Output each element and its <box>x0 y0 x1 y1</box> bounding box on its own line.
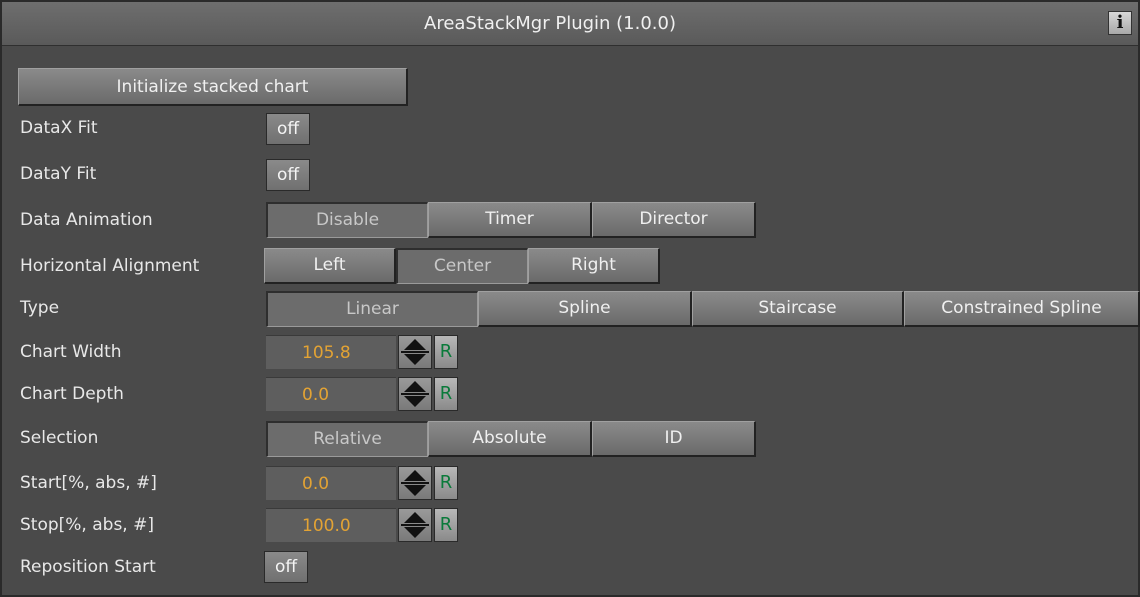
datax-fit-label: DataX Fit <box>20 118 98 138</box>
reposition-start-label: Reposition Start <box>20 557 156 577</box>
spinner-up-icon[interactable] <box>404 470 426 481</box>
selection-label: Selection <box>20 428 99 448</box>
data-animation-option-disable[interactable]: Disable <box>266 202 428 238</box>
stop-label: Stop[%, abs, #] <box>20 515 154 535</box>
initialize-stacked-chart-button[interactable]: Initialize stacked chart <box>18 68 408 106</box>
horizontal-alignment-label: Horizontal Alignment <box>20 256 200 276</box>
chart-depth-spinner-icon[interactable] <box>398 377 432 411</box>
type-option-linear[interactable]: Linear <box>266 291 478 327</box>
type-label: Type <box>20 298 60 318</box>
chart-depth-reset-button[interactable]: R <box>434 377 458 411</box>
panel-titlebar: AreaStackMgr Plugin (1.0.0) i <box>2 2 1138 46</box>
type-option-staircase[interactable]: Staircase <box>692 291 904 327</box>
spinner-down-icon[interactable] <box>404 396 426 407</box>
datax-fit-toggle[interactable]: off <box>266 113 310 145</box>
selection-option-absolute[interactable]: Absolute <box>428 421 592 457</box>
selection-option-id[interactable]: ID <box>592 421 756 457</box>
data-animation-label: Data Animation <box>20 210 153 230</box>
chart-width-spinner-icon[interactable] <box>398 335 432 369</box>
start-input[interactable]: 0.0 <box>266 466 396 500</box>
reposition-start-toggle[interactable]: off <box>264 551 308 583</box>
panel-title: AreaStackMgr Plugin (1.0.0) <box>424 13 676 34</box>
chart-depth-input[interactable]: 0.0 <box>266 377 396 411</box>
type-option-constrained-spline[interactable]: Constrained Spline <box>904 291 1140 327</box>
chart-width-input[interactable]: 105.8 <box>266 335 396 369</box>
selection-option-relative[interactable]: Relative <box>266 421 428 457</box>
horizontal-alignment-option-right[interactable]: Right <box>528 248 660 284</box>
data-animation-option-director[interactable]: Director <box>592 202 756 238</box>
stop-input[interactable]: 100.0 <box>266 508 396 542</box>
spinner-down-icon[interactable] <box>404 527 426 538</box>
type-option-spline[interactable]: Spline <box>478 291 692 327</box>
start-label: Start[%, abs, #] <box>20 473 157 493</box>
stop-reset-button[interactable]: R <box>434 508 458 542</box>
chart-width-label: Chart Width <box>20 342 122 362</box>
start-reset-button[interactable]: R <box>434 466 458 500</box>
start-spinner-icon[interactable] <box>398 466 432 500</box>
horizontal-alignment-option-left[interactable]: Left <box>264 248 396 284</box>
datay-fit-toggle[interactable]: off <box>266 159 310 191</box>
spinner-down-icon[interactable] <box>404 354 426 365</box>
horizontal-alignment-option-center[interactable]: Center <box>396 248 528 284</box>
info-icon[interactable]: i <box>1108 11 1132 35</box>
chart-width-reset-button[interactable]: R <box>434 335 458 369</box>
spinner-up-icon[interactable] <box>404 512 426 523</box>
spinner-up-icon[interactable] <box>404 339 426 350</box>
data-animation-option-timer[interactable]: Timer <box>428 202 592 238</box>
datay-fit-label: DataY Fit <box>20 164 97 184</box>
chart-depth-label: Chart Depth <box>20 384 124 404</box>
plugin-panel: AreaStackMgr Plugin (1.0.0) i Initialize… <box>0 0 1140 597</box>
spinner-down-icon[interactable] <box>404 485 426 496</box>
stop-spinner-icon[interactable] <box>398 508 432 542</box>
spinner-up-icon[interactable] <box>404 381 426 392</box>
